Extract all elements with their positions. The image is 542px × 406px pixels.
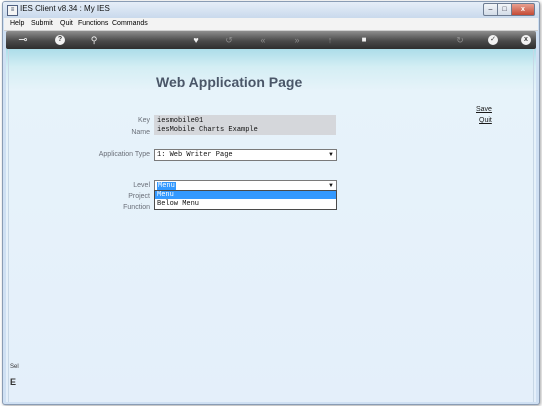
application-type-label: Application Type [98,151,150,158]
application-type-value: 1: Web Writer Page [157,151,233,159]
level-dropdown-list: Menu Below Menu [154,190,337,210]
level-option-below-menu[interactable]: Below Menu [155,200,336,208]
save-link[interactable]: Save [476,106,492,113]
menu-help[interactable]: Help [10,20,24,27]
search-icon[interactable]: ⚲ [88,34,100,46]
key-icon[interactable]: ⊸ [14,34,32,46]
app-window: ≡ IES Client v8.34 : My IES – □ x Help S… [2,1,540,405]
level-value: Menu [157,182,176,190]
key-value: iesmobile01 [157,117,204,125]
quit-link[interactable]: Quit [479,117,492,124]
page-title: Web Application Page [156,74,303,90]
refresh-icon[interactable]: ↻ [454,34,466,46]
name-label: Name [131,129,150,136]
toolbar: ⊸ ? ⚲ ♥ ↺ « » ↑ ■ ↻ ✓ x [6,31,536,49]
level-option-menu[interactable]: Menu [155,191,336,199]
chevron-down-icon[interactable]: ▼ [327,182,335,190]
window-title: IES Client v8.34 : My IES [20,4,110,13]
project-label: Project [128,193,150,200]
undo-icon[interactable]: ↺ [223,34,235,46]
up-arrow-icon[interactable]: ↑ [324,34,336,46]
heart-icon[interactable]: ♥ [190,34,202,46]
app-icon: ≡ [7,5,18,16]
key-label: Key [137,117,150,124]
side-fragment-bottom: E [10,377,17,387]
level-label: Level [133,182,150,189]
content-frame [8,49,534,402]
close-icon[interactable]: x [521,35,531,45]
content-area: Web Application Page Save Quit Key Name … [6,49,536,402]
menu-commands[interactable]: Commands [112,20,148,27]
name-value: iesMobile Charts Example [157,126,258,134]
function-label: Function [123,204,150,211]
side-fragment-top: Sel [10,364,19,370]
menu-functions[interactable]: Functions [78,20,108,27]
minimize-button[interactable]: – [483,3,498,16]
window-controls: – □ x [483,3,535,16]
maximize-button[interactable]: □ [498,3,512,16]
chevron-down-icon[interactable]: ▼ [327,151,335,159]
confirm-icon[interactable]: ✓ [488,35,498,45]
rewind-icon[interactable]: « [257,34,269,46]
title-bar: ≡ IES Client v8.34 : My IES – □ x [3,2,539,18]
menu-submit[interactable]: Submit [31,20,53,27]
close-window-button[interactable]: x [512,3,535,16]
key-name-display: iesmobile01 iesMobile Charts Example [154,115,336,135]
menu-bar: Help Submit Quit Functions Commands [4,18,538,31]
fast-forward-icon[interactable]: » [291,34,303,46]
application-type-select[interactable]: 1: Web Writer Page ▼ [154,149,337,161]
menu-quit[interactable]: Quit [60,20,73,27]
help-icon[interactable]: ? [55,35,65,45]
stop-icon[interactable]: ■ [358,34,370,46]
